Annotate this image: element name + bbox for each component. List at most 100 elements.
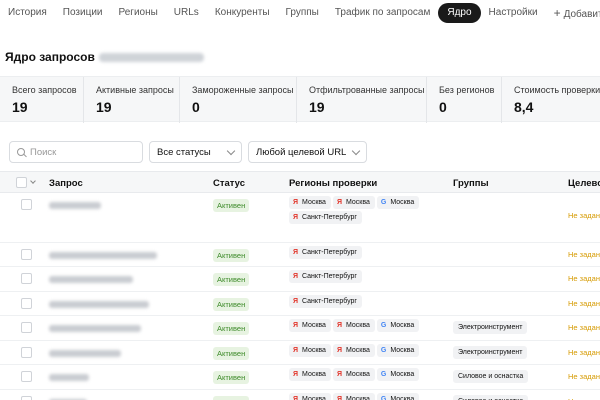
search-input[interactable]: Поиск (9, 141, 143, 163)
target-url-value[interactable]: Не задан (568, 372, 600, 381)
query-text-blurred[interactable] (49, 202, 101, 209)
chevron-down-icon (226, 146, 236, 156)
row-checkbox[interactable] (21, 395, 32, 400)
status-badge: Активен (213, 248, 250, 262)
region-chip[interactable]: Я Москва (289, 392, 331, 400)
target-url-value[interactable]: Не задан (568, 299, 600, 308)
group-chip[interactable]: Электроинструмент (453, 321, 528, 334)
region-chip[interactable]: Я Москва (332, 319, 375, 332)
tab-groups[interactable]: Группы (278, 3, 327, 23)
region-label: Москва (302, 395, 326, 400)
row-checkbox[interactable] (21, 371, 32, 382)
target-url-value[interactable]: Не задан (568, 274, 600, 283)
target-url-value[interactable]: Не задан (568, 211, 600, 220)
group-chip[interactable]: Силовое и оснастка (453, 370, 529, 383)
target-url-value[interactable]: Не задан (568, 397, 600, 400)
table-row[interactable]: АктивенЯМоскваЯМоскваGМоскваСиловое и ос… (0, 390, 600, 400)
table-row[interactable]: Активен Я Санкт-Петербург Не задан (0, 243, 600, 267)
select-all-checkbox[interactable] (16, 177, 27, 188)
table-body: Активен Я Москва Я Москва G Москва Я Санкт-Петер… (0, 193, 600, 400)
query-text-blurred[interactable] (49, 325, 141, 332)
add-queries-button[interactable]: +Добавить запросы (546, 3, 600, 23)
column-header-status[interactable]: Статус (213, 178, 245, 189)
target-url-value[interactable]: Не задан (568, 250, 600, 259)
region-chip[interactable]: Я Москва (332, 196, 375, 209)
region-chip[interactable]: G Москва (376, 196, 420, 209)
query-text-blurred[interactable] (49, 300, 149, 308)
group-chip[interactable]: Силовое и оснастка (453, 394, 529, 400)
stat-frozen: Замороженные запросы 0 (180, 77, 297, 123)
table-row[interactable]: Активен Я Санкт-Петербург Не задан (0, 267, 600, 292)
stat-label: Стоимость проверки? (514, 85, 600, 95)
tab-settings[interactable]: Настройки (481, 3, 546, 23)
query-text-blurred[interactable] (49, 374, 89, 381)
query-text-blurred[interactable] (49, 349, 121, 357)
column-header-groups[interactable]: Группы (453, 178, 489, 189)
region-label: Санкт-Петербург (302, 297, 357, 305)
query-text-blurred[interactable] (49, 276, 133, 283)
row-checkbox[interactable] (21, 199, 32, 210)
status-badge: Активен (213, 199, 250, 212)
region-label: Москва (390, 371, 415, 378)
stats-panel: Всего запросов 19 Активные запросы 19 За… (0, 76, 600, 123)
tab-positions[interactable]: Позиции (55, 3, 111, 23)
status-select[interactable]: Все статусы (149, 141, 242, 163)
status-select-value: Все статусы (157, 146, 211, 158)
tab-history[interactable]: История (0, 3, 55, 23)
yandex-icon: Я (293, 248, 299, 256)
region-chip[interactable]: Я Москва (289, 319, 331, 332)
page-title: Ядро запросов (5, 50, 204, 64)
chevron-down-icon[interactable] (30, 178, 36, 184)
column-header-regions[interactable]: Регионы проверки (289, 178, 377, 189)
table-row[interactable]: Активен Я Санкт-Петербург Не задан (0, 292, 600, 316)
row-checkbox[interactable] (21, 273, 32, 284)
table-row[interactable]: АктивенЯМоскваЯМоскваGМоскваСиловое и ос… (0, 365, 600, 390)
region-label: Москва (390, 346, 415, 354)
region-chip[interactable]: Я Москва (332, 368, 375, 381)
region-chip[interactable]: Я Санкт-Петербург (289, 270, 362, 283)
table-row[interactable]: Активен Я Москва Я Москва G Москва Электроинстр… (0, 316, 600, 341)
column-header-query[interactable]: Запрос (49, 178, 83, 189)
row-checkbox[interactable] (21, 248, 32, 260)
region-chip[interactable]: G Москва (376, 319, 420, 332)
region-chip[interactable]: Я Москва (332, 343, 375, 357)
search-icon (17, 147, 26, 157)
table-row[interactable]: Активен Я Москва Я Москва G Москва Электроинстр… (0, 341, 600, 365)
region-label: Санкт-Петербург (302, 273, 357, 280)
stat-no-regions: Без регионов 0 (427, 77, 502, 123)
tab-urls[interactable]: URLs (166, 3, 207, 23)
region-chip[interactable]: Я Санкт-Петербург (289, 211, 362, 224)
table-row[interactable]: Активен Я Москва Я Москва G Москва Я Санкт-Петер… (0, 193, 600, 243)
target-url-select[interactable]: Любой целевой URL (248, 141, 367, 163)
column-header-target[interactable]: Целевой (568, 178, 600, 189)
region-chips: Я Санкт-Петербург (289, 270, 444, 283)
region-chip[interactable]: Я Москва (289, 368, 331, 381)
region-chip[interactable]: G Москва (376, 392, 420, 400)
tab-core[interactable]: Ядро (438, 3, 481, 23)
region-chip[interactable]: Я Санкт-Петербург (289, 294, 362, 308)
queries-table: Запрос Статус Регионы проверки Группы Це… (0, 171, 600, 400)
region-label: Москва (345, 395, 370, 400)
row-checkbox[interactable] (21, 297, 32, 309)
region-chip[interactable]: Я Санкт-Петербург (289, 245, 362, 259)
region-chip[interactable]: Я Москва (289, 196, 331, 209)
region-label: Москва (345, 371, 370, 378)
tab-competitors[interactable]: Конкуренты (207, 3, 278, 23)
region-chip[interactable]: Я Москва (332, 392, 375, 400)
stat-value: 0 (192, 99, 200, 115)
tab-traffic[interactable]: Трафик по запросам (327, 3, 439, 23)
region-chip[interactable]: Я Москва (289, 343, 331, 357)
yandex-icon: Я (293, 371, 299, 378)
target-url-value[interactable]: Не задан (568, 348, 600, 357)
region-chip[interactable]: G Москва (376, 368, 420, 381)
query-text-blurred[interactable] (49, 251, 157, 259)
chevron-down-icon (351, 146, 361, 156)
yandex-icon: Я (293, 395, 299, 400)
row-checkbox[interactable] (21, 346, 32, 358)
row-checkbox[interactable] (21, 322, 32, 333)
target-url-value[interactable]: Не задан (568, 323, 600, 332)
tab-regions[interactable]: Регионы (111, 3, 166, 23)
plus-icon: + (553, 6, 561, 20)
region-chip[interactable]: G Москва (376, 343, 420, 357)
group-chip[interactable]: Электроинструмент (453, 345, 528, 359)
